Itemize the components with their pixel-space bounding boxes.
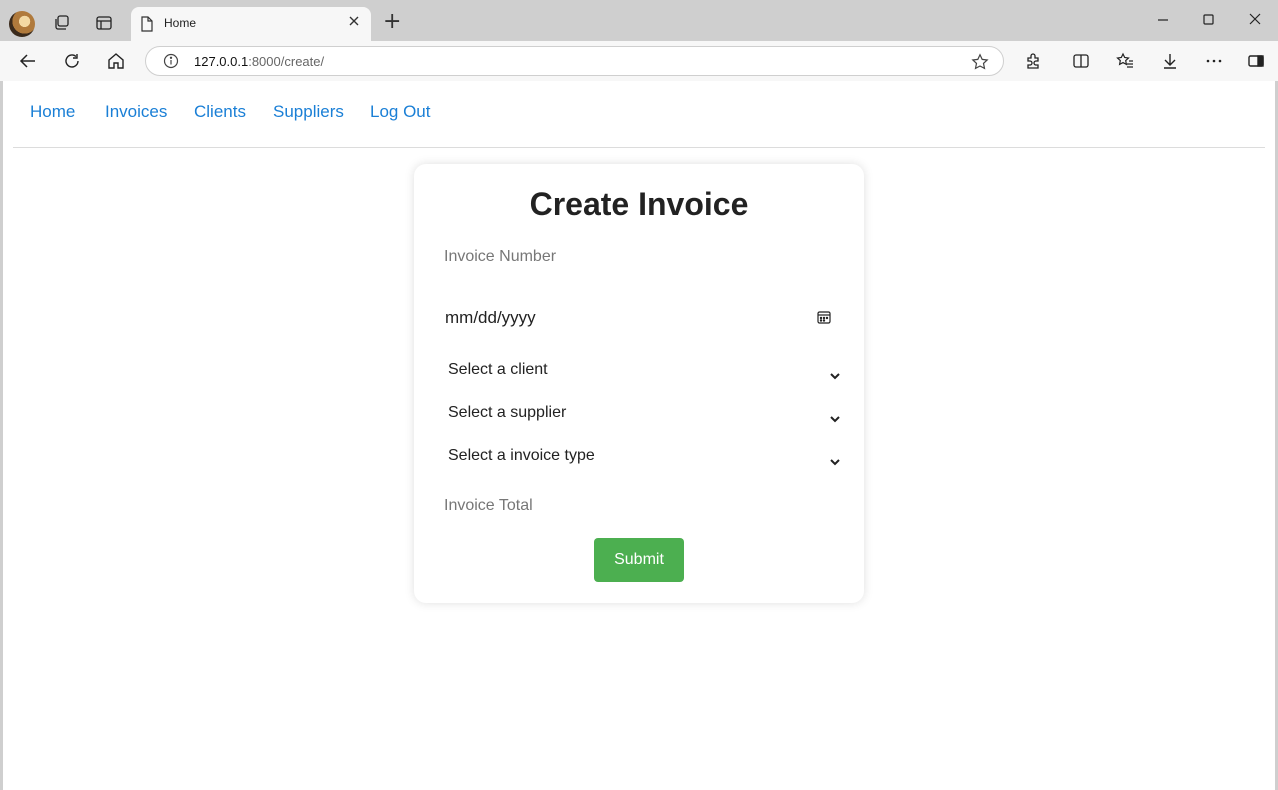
more-icon[interactable] [1205, 52, 1223, 70]
favorites-icon[interactable] [1116, 52, 1134, 70]
url-host: 127.0.0.1 [194, 54, 249, 69]
active-tab[interactable]: Home [131, 7, 371, 41]
submit-button[interactable]: Submit [594, 538, 684, 582]
url-text: 127.0.0.1:8000/create/ [194, 54, 324, 69]
nav-link-clients[interactable]: Clients [194, 102, 246, 122]
nav-link-home[interactable]: Home [30, 102, 75, 122]
nav-link-suppliers[interactable]: Suppliers [273, 102, 344, 122]
date-placeholder: mm/dd/yyyy [445, 308, 536, 327]
window-close-icon[interactable] [1249, 12, 1261, 30]
tab-strip: Home + [0, 0, 1278, 41]
close-icon[interactable] [348, 15, 360, 31]
page-content: Home Invoices Clients Suppliers Log Out … [3, 81, 1275, 790]
home-icon[interactable] [107, 52, 125, 70]
url-path: :8000/create/ [248, 54, 325, 69]
refresh-icon[interactable] [63, 52, 81, 70]
page-icon [140, 16, 154, 36]
invoice-type-select-value: Select a invoice type [448, 447, 595, 464]
top-nav: Home Invoices Clients Suppliers Log Out [13, 81, 1265, 148]
download-icon[interactable] [1161, 52, 1179, 70]
form-title: Create Invoice [529, 186, 749, 222]
tab-title: Home [164, 16, 197, 30]
invoice-type-select[interactable]: Select a invoice type [444, 443, 846, 473]
invoice-date-field[interactable]: mm/dd/yyyy [444, 302, 836, 336]
nav-link-invoices[interactable]: Invoices [105, 102, 167, 122]
profile-avatar[interactable] [9, 11, 35, 37]
calendar-icon[interactable] [817, 309, 831, 328]
address-bar[interactable]: 127.0.0.1:8000/create/ [145, 46, 1004, 76]
minimize-icon[interactable] [1157, 12, 1169, 30]
star-icon[interactable] [971, 53, 989, 75]
chevron-down-icon [829, 451, 841, 470]
supplier-select-value: Select a supplier [448, 404, 567, 421]
invoice-total-field[interactable]: Invoice Total [444, 497, 533, 515]
nav-link-logout[interactable]: Log Out [370, 102, 431, 122]
tab-actions-icon[interactable] [95, 14, 113, 32]
info-icon[interactable] [163, 53, 179, 73]
invoice-number-field[interactable]: Invoice Number [444, 248, 556, 266]
supplier-select[interactable]: Select a supplier [444, 400, 846, 430]
create-invoice-form: Create Invoice Invoice Number mm/dd/yyyy… [414, 164, 864, 603]
sidebar-icon[interactable] [1247, 52, 1265, 70]
workspaces-icon[interactable] [53, 14, 71, 32]
back-icon[interactable] [19, 52, 37, 70]
new-tab-button[interactable]: + [383, 11, 401, 33]
client-select[interactable]: Select a client [444, 357, 846, 387]
maximize-icon[interactable] [1203, 12, 1215, 30]
client-select-value: Select a client [448, 361, 548, 378]
browser-toolbar: 127.0.0.1:8000/create/ [0, 41, 1278, 81]
split-screen-icon[interactable] [1072, 52, 1090, 70]
chevron-down-icon [829, 365, 841, 384]
chevron-down-icon [829, 408, 841, 427]
extensions-icon[interactable] [1024, 52, 1042, 70]
